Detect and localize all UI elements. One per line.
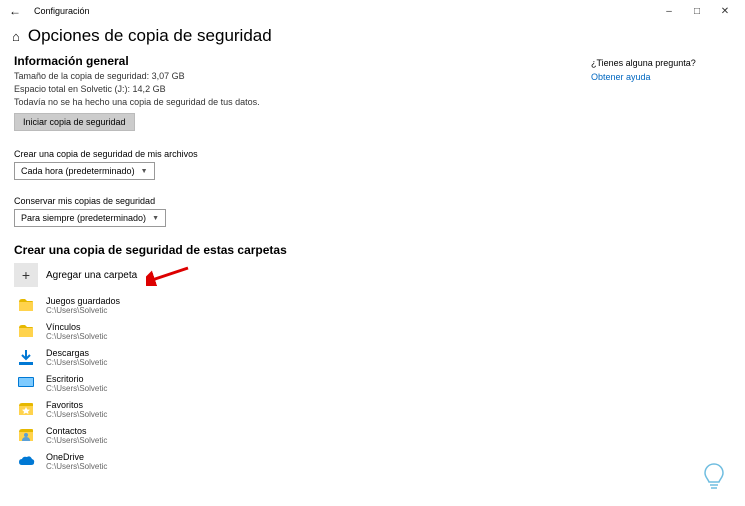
folder-path: C:\Users\Solvetic <box>46 462 107 471</box>
add-folder-label: Agregar una carpeta <box>46 270 137 281</box>
chevron-down-icon: ▼ <box>152 215 159 222</box>
folder-icon <box>14 399 38 419</box>
backup-status: Todavía no se ha hecho una copia de segu… <box>14 97 444 107</box>
folders-heading: Crear una copia de seguridad de estas ca… <box>14 243 444 257</box>
overview-heading: Información general <box>14 54 444 68</box>
frequency-label: Crear una copia de seguridad de mis arch… <box>14 149 444 159</box>
retention-dropdown[interactable]: Para siempre (predeterminado) ▼ <box>14 209 166 227</box>
folder-icon <box>14 347 38 367</box>
frequency-dropdown[interactable]: Cada hora (predeterminado) ▼ <box>14 162 155 180</box>
help-question: ¿Tienes alguna pregunta? <box>591 58 731 68</box>
minimize-button[interactable]: – <box>655 1 683 21</box>
help-link[interactable]: Obtener ayuda <box>591 72 731 82</box>
backup-size: Tamaño de la copia de seguridad: 3,07 GB <box>14 71 444 81</box>
retention-value: Para siempre (predeterminado) <box>21 213 146 223</box>
retention-label: Conservar mis copias de seguridad <box>14 196 444 206</box>
folder-path: C:\Users\Solvetic <box>46 332 107 341</box>
folder-icon <box>14 425 38 445</box>
folder-item[interactable]: DescargasC:\Users\Solvetic <box>14 347 444 367</box>
folder-name: Favoritos <box>46 400 107 410</box>
titlebar: ← Configuración – □ ✕ <box>0 0 745 22</box>
folder-name: Escritorio <box>46 374 107 384</box>
page-title: Opciones de copia de seguridad <box>28 26 272 46</box>
window-title: Configuración <box>34 6 90 16</box>
folder-name: Juegos guardados <box>46 296 120 306</box>
home-icon[interactable]: ⌂ <box>12 29 20 44</box>
folder-name: OneDrive <box>46 452 107 462</box>
folder-name: Vínculos <box>46 322 107 332</box>
page-header: ⌂ Opciones de copia de seguridad <box>0 22 745 54</box>
main-content: Información general Tamaño de la copia d… <box>14 54 444 477</box>
folder-icon <box>14 295 38 315</box>
chevron-down-icon: ▼ <box>141 168 148 175</box>
folder-item[interactable]: EscritorioC:\Users\Solvetic <box>14 373 444 393</box>
folder-item[interactable]: ContactosC:\Users\Solvetic <box>14 425 444 445</box>
folder-name: Contactos <box>46 426 107 436</box>
start-backup-button[interactable]: Iniciar copia de seguridad <box>14 113 135 131</box>
folder-list: Juegos guardadosC:\Users\SolveticVínculo… <box>14 295 444 471</box>
add-folder-button[interactable]: + Agregar una carpeta <box>14 263 444 287</box>
folder-item[interactable]: VínculosC:\Users\Solvetic <box>14 321 444 341</box>
folder-name: Descargas <box>46 348 107 358</box>
close-button[interactable]: ✕ <box>711 1 739 21</box>
back-button[interactable]: ← <box>6 4 24 18</box>
folder-icon <box>14 373 38 393</box>
maximize-button[interactable]: □ <box>683 1 711 21</box>
folder-path: C:\Users\Solvetic <box>46 410 107 419</box>
folder-path: C:\Users\Solvetic <box>46 306 120 315</box>
folder-path: C:\Users\Solvetic <box>46 358 107 367</box>
folder-path: C:\Users\Solvetic <box>46 384 107 393</box>
help-sidebar: ¿Tienes alguna pregunta? Obtener ayuda <box>591 54 731 477</box>
plus-icon: + <box>14 263 38 287</box>
folder-icon <box>14 451 38 471</box>
folder-path: C:\Users\Solvetic <box>46 436 107 445</box>
frequency-value: Cada hora (predeterminado) <box>21 166 135 176</box>
folder-item[interactable]: Juegos guardadosC:\Users\Solvetic <box>14 295 444 315</box>
folder-item[interactable]: OneDriveC:\Users\Solvetic <box>14 451 444 471</box>
lightbulb-icon <box>701 462 727 492</box>
folder-icon <box>14 321 38 341</box>
total-space: Espacio total en Solvetic (J:): 14,2 GB <box>14 84 444 94</box>
folder-item[interactable]: FavoritosC:\Users\Solvetic <box>14 399 444 419</box>
